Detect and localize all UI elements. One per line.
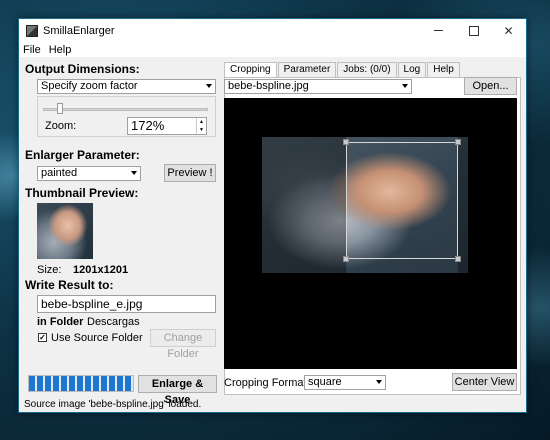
chevron-down-icon	[131, 171, 137, 175]
output-filename-input[interactable]: bebe-bspline_e.jpg	[37, 295, 216, 313]
crop-handle-bottom-right[interactable]	[455, 256, 461, 262]
crop-handle-top-left[interactable]	[343, 139, 349, 145]
menu-help[interactable]: Help	[49, 44, 72, 56]
crop-outside-shade-right	[458, 137, 468, 273]
write-result-heading: Write Result to:	[25, 278, 114, 292]
zoom-mode-select[interactable]: Specify zoom factor	[37, 79, 216, 94]
crop-selection[interactable]	[346, 142, 458, 259]
open-button[interactable]: Open...	[464, 77, 517, 95]
output-dimensions-heading: Output Dimensions:	[25, 62, 140, 76]
source-file-select[interactable]: bebe-bspline.jpg	[224, 79, 412, 94]
cropping-format-value: square	[308, 376, 342, 388]
app-window: SmillaEnlarger ✕ File Help Output Dimens…	[18, 18, 527, 413]
size-value: 1201x1201	[73, 264, 129, 276]
maximize-button[interactable]	[456, 19, 491, 42]
window-title: SmillaEnlarger	[43, 24, 115, 37]
tab-jobs[interactable]: Jobs: (0/0)	[337, 62, 397, 77]
spin-down-icon[interactable]: ▼	[197, 126, 206, 134]
zoom-slider-track[interactable]	[43, 108, 208, 111]
crop-handle-top-right[interactable]	[455, 139, 461, 145]
parameter-preset-value: painted	[41, 167, 78, 179]
app-icon	[26, 24, 38, 37]
cropping-format-select[interactable]: square	[304, 375, 386, 390]
zoom-spinbox[interactable]: 172% ▲ ▼	[127, 117, 207, 135]
enlarge-save-button[interactable]: Enlarge & Save	[138, 375, 217, 406]
enlarger-parameter-heading: Enlarger Parameter:	[25, 148, 140, 162]
chevron-down-icon	[376, 380, 382, 384]
tab-bar: Cropping Parameter Jobs: (0/0) Log Help	[224, 62, 461, 77]
folder-value: Descargas	[87, 316, 140, 328]
chevron-down-icon	[206, 84, 212, 88]
crop-handle-bottom-left[interactable]	[343, 256, 349, 262]
preview-button[interactable]: Preview !	[164, 164, 216, 182]
tab-cropping[interactable]: Cropping	[224, 62, 277, 77]
tab-help[interactable]: Help	[427, 62, 460, 77]
chevron-down-icon	[402, 84, 408, 88]
folder-label: in Folder	[37, 316, 84, 328]
zoom-value: 172%	[131, 118, 165, 133]
menu-bar: File Help	[19, 42, 526, 57]
tab-parameter[interactable]: Parameter	[277, 62, 337, 77]
parameter-preset-select[interactable]: painted	[37, 166, 141, 181]
center-view-button[interactable]: Center View	[452, 373, 517, 391]
size-label: Size:	[37, 264, 62, 276]
title-bar[interactable]: SmillaEnlarger ✕	[19, 19, 526, 42]
spin-up-icon[interactable]: ▲	[197, 118, 206, 126]
zoom-slider-thumb[interactable]	[57, 103, 63, 114]
change-folder-button[interactable]: Change Folder	[150, 329, 216, 360]
menu-file[interactable]: File	[23, 44, 41, 56]
cropping-format-label: Cropping Format:	[224, 377, 310, 389]
thumbnail-image[interactable]	[37, 203, 93, 259]
crop-outside-shade-left	[262, 137, 346, 273]
status-bar: Source image 'bebe-bspline.jpg' loaded.	[24, 399, 202, 410]
use-source-folder-checkbox[interactable]: ✓	[38, 333, 47, 342]
zoom-mode-value: Specify zoom factor	[41, 80, 138, 92]
thumbnail-preview-heading: Thumbnail Preview:	[25, 186, 139, 200]
use-source-folder-label[interactable]: Use Source Folder	[51, 332, 143, 344]
zoom-label: Zoom:	[45, 120, 77, 132]
zoom-stepper[interactable]: ▲ ▼	[196, 118, 206, 134]
progress-fill	[29, 376, 133, 391]
progress-bar	[28, 375, 134, 392]
source-file-value: bebe-bspline.jpg	[228, 80, 309, 92]
close-button[interactable]: ✕	[491, 19, 526, 42]
minimize-button[interactable]	[421, 19, 456, 42]
tab-log[interactable]: Log	[397, 62, 427, 77]
